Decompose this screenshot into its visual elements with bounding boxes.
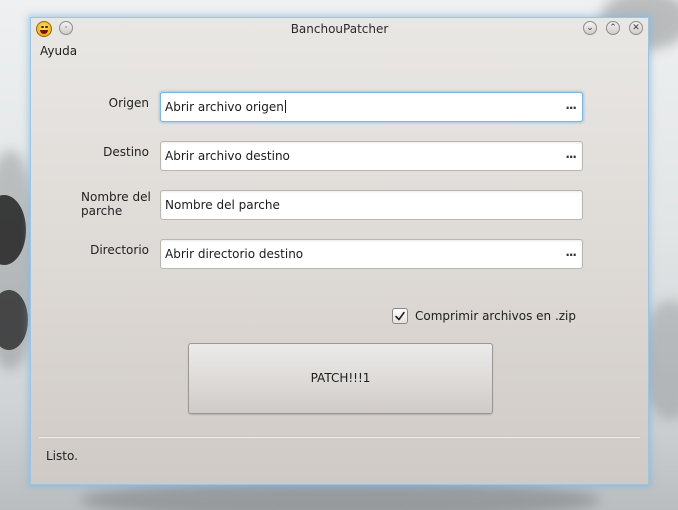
window-title: BanchouPatcher — [290, 22, 389, 36]
menu-bar: Ayuda — [40, 44, 77, 58]
compress-checkbox[interactable] — [392, 308, 408, 324]
chevron-down-icon: ⌄ — [586, 23, 594, 33]
app-window: · BanchouPatcher ⌄ ⌃ ✕ Ayuda Origen Abri… — [30, 17, 649, 485]
desktop-background: · BanchouPatcher ⌄ ⌃ ✕ Ayuda Origen Abri… — [0, 0, 678, 510]
destination-label: Destino — [103, 145, 149, 159]
menu-item-help[interactable]: Ayuda — [40, 44, 77, 58]
maximize-button[interactable]: ⌃ — [606, 21, 620, 35]
patch-button[interactable]: PATCH!!!1 — [188, 343, 493, 414]
destination-browse-button[interactable]: ... — [565, 147, 577, 161]
patch-name-value: Nombre del parche — [165, 198, 280, 212]
status-text: Listo. — [46, 449, 78, 463]
text-caret — [284, 100, 286, 113]
minimize-button[interactable]: ⌄ — [583, 21, 597, 35]
origin-field[interactable]: Abrir archivo origen ... — [160, 92, 583, 122]
checkmark-icon — [395, 311, 405, 321]
patch-name-field[interactable]: Nombre del parche — [160, 190, 583, 220]
compress-label[interactable]: Comprimir archivos en .zip — [415, 309, 576, 323]
origin-value: Abrir archivo origen — [165, 100, 286, 114]
destination-value: Abrir archivo destino — [165, 149, 290, 163]
close-icon: ✕ — [632, 23, 640, 33]
chevron-up-icon: ⌃ — [609, 23, 617, 33]
directory-value: Abrir directorio destino — [165, 247, 304, 261]
close-button[interactable]: ✕ — [629, 21, 643, 35]
patch-name-label: Nombre del parche — [81, 190, 151, 218]
directory-browse-button[interactable]: ... — [565, 245, 577, 259]
title-bar[interactable]: · BanchouPatcher ⌄ ⌃ ✕ — [31, 18, 648, 40]
status-separator — [39, 436, 640, 438]
directory-field[interactable]: Abrir directorio destino ... — [160, 239, 583, 269]
directory-label: Directorio — [90, 243, 149, 257]
origin-label: Origen — [108, 96, 149, 110]
destination-field[interactable]: Abrir archivo destino ... — [160, 141, 583, 171]
origin-browse-button[interactable]: ... — [565, 98, 577, 112]
